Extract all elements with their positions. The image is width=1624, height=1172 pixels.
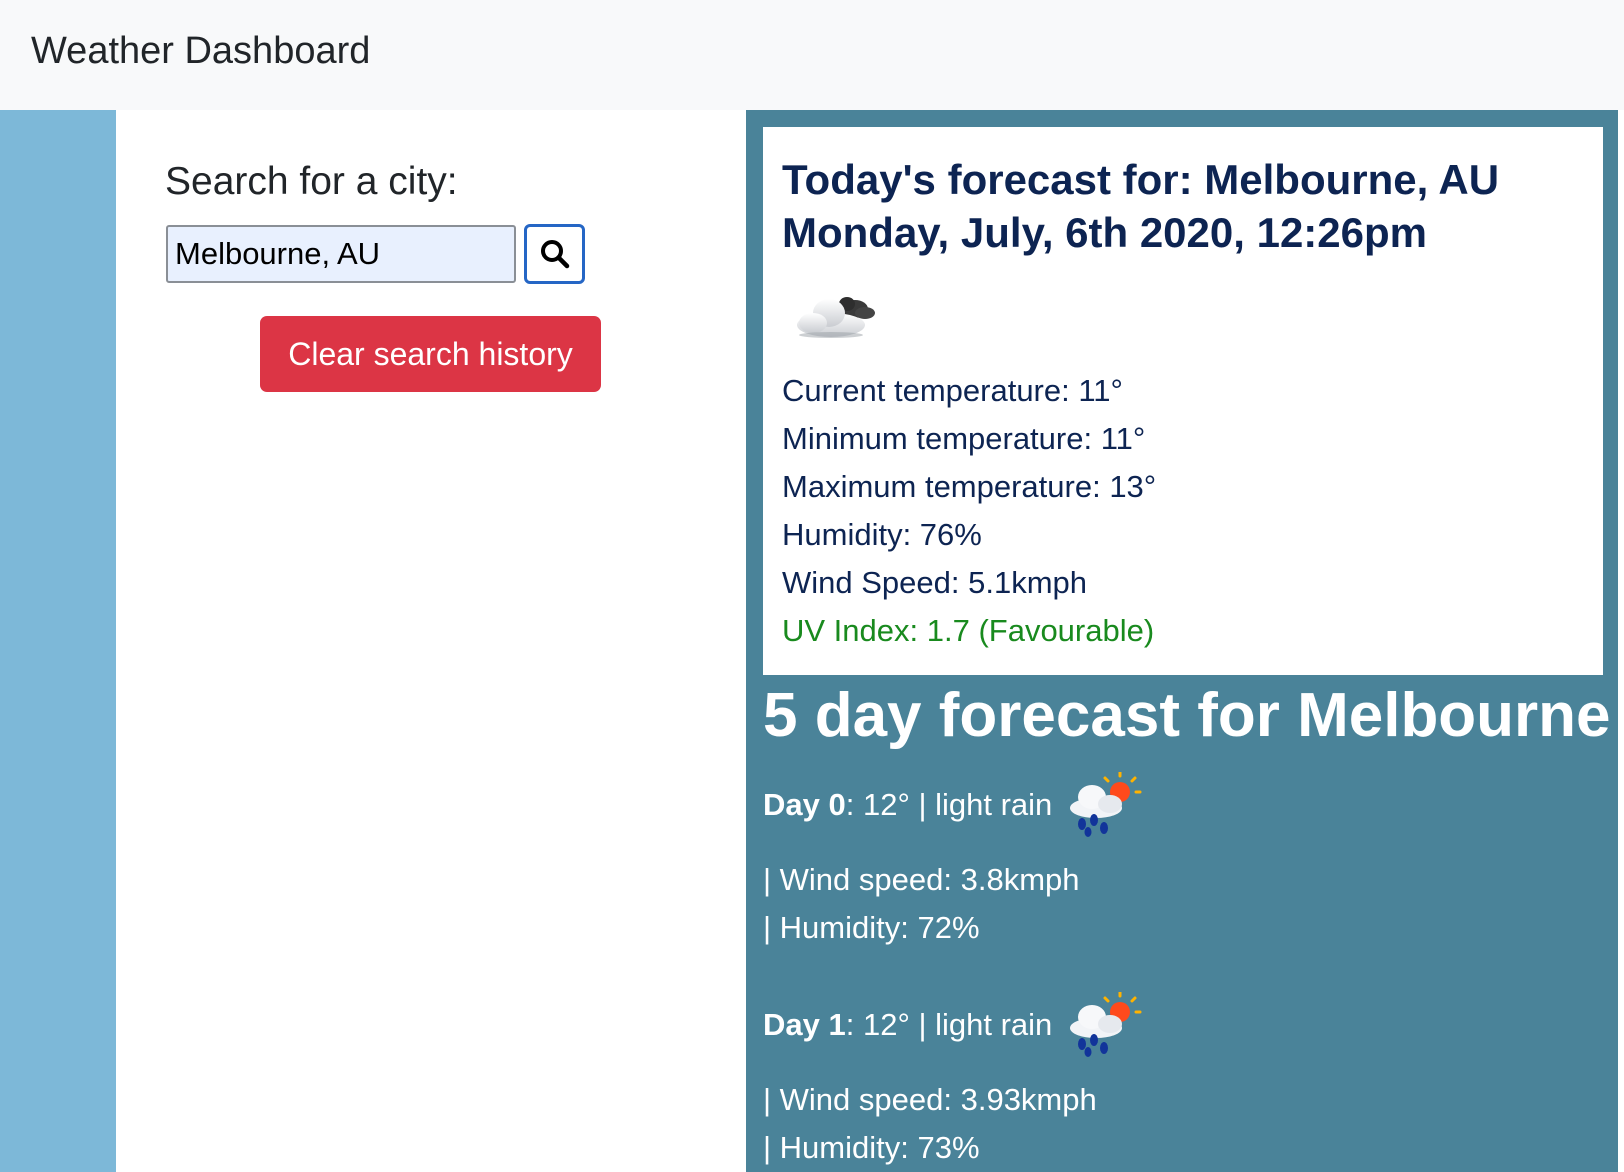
- maximum-temperature: Maximum temperature: 13°: [782, 469, 1157, 504]
- today-title: Today's forecast for: Melbourne, AU Mond…: [782, 153, 1592, 259]
- clear-history-button[interactable]: Clear search history: [260, 316, 601, 392]
- today-title-location: Today's forecast for: Melbourne, AU: [782, 156, 1500, 203]
- left-margin: [0, 110, 116, 1172]
- search-button[interactable]: [524, 224, 585, 284]
- forecast-day-summary: : 12° | light rain: [845, 787, 1053, 822]
- minimum-temperature: Minimum temperature: 11°: [782, 421, 1146, 456]
- light-rain-icon: [1070, 992, 1142, 1057]
- forecast-day-humidity: | Humidity: 73%: [763, 1130, 980, 1165]
- forecast-day: Day 1 : 12° | light rain | Wind speed: 3…: [763, 990, 1142, 1172]
- light-rain-icon: [1070, 772, 1142, 837]
- forecast-day-label: Day 0: [763, 787, 846, 822]
- forecast-day-label: Day 1: [763, 1007, 846, 1042]
- search-panel: Search for a city: Clear search history: [116, 110, 746, 1172]
- today-title-datetime: Monday, July, 6th 2020, 12:26pm: [782, 209, 1428, 256]
- forecast-day-humidity: | Humidity: 72%: [763, 910, 980, 945]
- forecast-panel: Today's forecast for: Melbourne, AU Mond…: [746, 110, 1618, 1172]
- wind-speed: Wind Speed: 5.1kmph: [782, 565, 1088, 600]
- forecast-day-header: Day 1 : 12° | light rain: [763, 990, 1142, 1060]
- navbar: Weather Dashboard: [0, 0, 1624, 110]
- forecast-day-header: Day 0 : 12° | light rain: [763, 770, 1142, 840]
- cloudy-icon: [797, 297, 875, 338]
- current-temperature: Current temperature: 11°: [782, 373, 1123, 408]
- uv-index: UV Index: 1.7 (Favourable): [782, 613, 1155, 648]
- right-edge: [1618, 110, 1624, 1172]
- today-stats: Current temperature: 11° Minimum tempera…: [782, 371, 1156, 659]
- forecast-day-wind: | Wind speed: 3.93kmph: [763, 1082, 1097, 1117]
- five-day-title: 5 day forecast for Melbourne: [763, 681, 1611, 750]
- humidity: Humidity: 76%: [782, 517, 982, 552]
- search-icon: [540, 240, 569, 269]
- forecast-day-summary: : 12° | light rain: [845, 1007, 1053, 1042]
- forecast-day-wind: | Wind speed: 3.8kmph: [763, 862, 1080, 897]
- app-title[interactable]: Weather Dashboard: [31, 30, 370, 73]
- search-label: Search for a city:: [165, 160, 458, 203]
- today-card: Today's forecast for: Melbourne, AU Mond…: [763, 127, 1603, 675]
- search-input[interactable]: [166, 225, 516, 283]
- forecast-day: Day 0 : 12° | light rain | Wind speed: 3…: [763, 770, 1142, 952]
